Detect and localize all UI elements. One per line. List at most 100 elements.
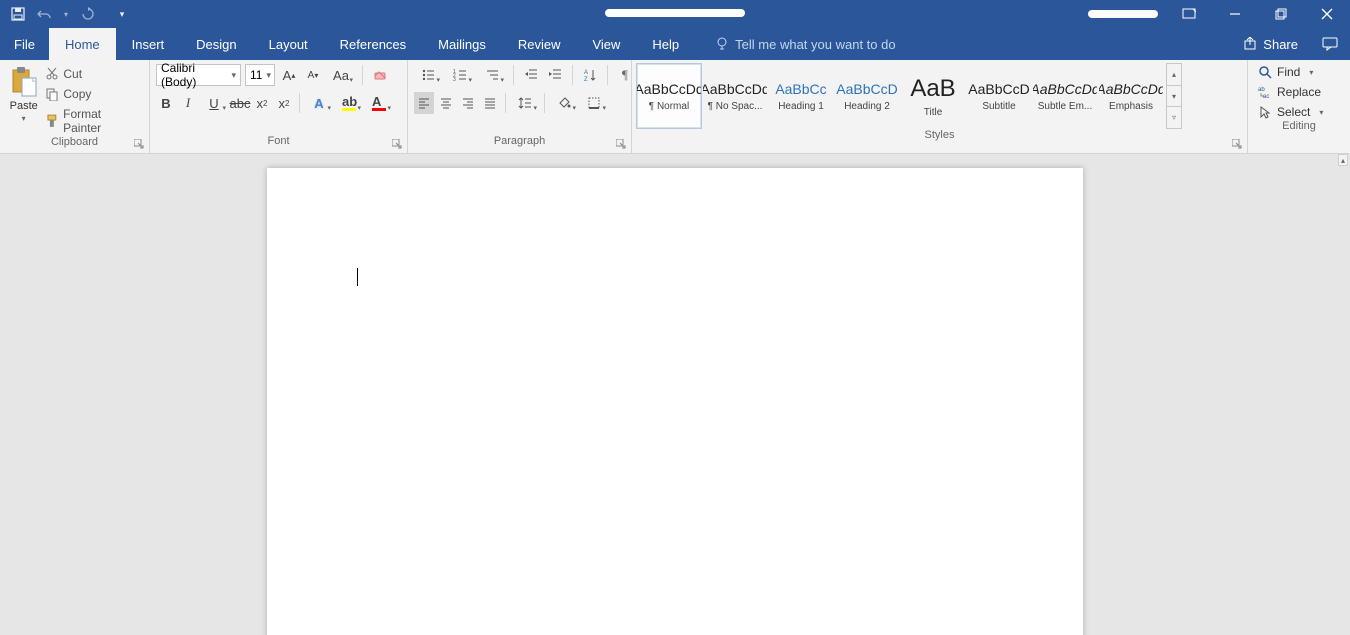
highlight-button[interactable]: ab [335, 92, 363, 114]
bucket-icon [557, 96, 571, 110]
undo-dropdown-icon[interactable]: ▾ [62, 6, 70, 22]
cut-button[interactable]: Cut [43, 66, 143, 82]
style--no-spac-[interactable]: AaBbCcDd¶ No Spac... [702, 63, 768, 129]
text-cursor [357, 268, 358, 286]
find-button[interactable]: Find▾ [1256, 64, 1342, 80]
scroll-up-icon[interactable]: ▴ [1338, 154, 1348, 166]
shrink-font-button[interactable]: A▾ [303, 64, 323, 86]
tab-view[interactable]: View [576, 28, 636, 60]
paintbrush-icon [45, 114, 59, 128]
grow-font-button[interactable]: A▴ [279, 64, 299, 86]
tab-review[interactable]: Review [502, 28, 577, 60]
text-effects-button[interactable]: A [305, 92, 333, 114]
comments-icon[interactable] [1310, 28, 1350, 60]
styles-up-icon[interactable]: ▴ [1167, 64, 1181, 86]
increase-indent-button[interactable] [545, 64, 565, 86]
ribbon-display-options-icon[interactable] [1166, 0, 1212, 28]
font-name-combo[interactable]: Calibri (Body)▾ [156, 64, 241, 86]
tab-file[interactable]: File [0, 28, 49, 60]
font-launcher-icon[interactable] [392, 139, 404, 151]
document-page[interactable] [267, 168, 1083, 635]
font-color-button[interactable]: A [365, 92, 393, 114]
subscript-button[interactable]: x2 [252, 92, 272, 114]
styles-down-icon[interactable]: ▾ [1167, 86, 1181, 108]
tab-design[interactable]: Design [180, 28, 252, 60]
style-name: Heading 1 [778, 101, 824, 112]
justify-button[interactable] [480, 92, 500, 114]
group-label-clipboard: Clipboard [0, 136, 149, 153]
justify-icon [483, 96, 497, 110]
style-heading-2[interactable]: AaBbCcDHeading 2 [834, 63, 900, 129]
superscript-button[interactable]: x2 [274, 92, 294, 114]
styles-launcher-icon[interactable] [1232, 139, 1244, 151]
group-clipboard: Paste ▾ Cut Copy Format Painter Clipboar… [0, 60, 150, 153]
save-icon[interactable] [10, 6, 26, 22]
font-size-combo[interactable]: 11▾ [245, 64, 275, 86]
close-icon[interactable] [1304, 0, 1350, 28]
italic-button[interactable]: I [178, 92, 198, 114]
style-name: ¶ Normal [649, 101, 689, 112]
tab-layout[interactable]: Layout [253, 28, 324, 60]
style-subtle-em-[interactable]: AaBbCcDdSubtle Em... [1032, 63, 1098, 129]
change-case-button[interactable]: Aa [327, 64, 355, 86]
styles-more-icon[interactable]: ▿ [1167, 107, 1181, 128]
underline-button[interactable]: U [200, 92, 228, 114]
bullets-button[interactable] [414, 64, 442, 86]
clear-formatting-button[interactable] [370, 64, 390, 86]
tab-mailings[interactable]: Mailings [422, 28, 502, 60]
style-name: Subtitle [982, 101, 1015, 112]
align-left-button[interactable] [414, 92, 434, 114]
lightbulb-icon [715, 37, 729, 51]
align-right-button[interactable] [458, 92, 478, 114]
share-button[interactable]: Share [1231, 28, 1310, 60]
align-left-icon [417, 96, 431, 110]
borders-button[interactable] [580, 92, 608, 114]
undo-icon[interactable] [36, 6, 52, 22]
format-painter-button[interactable]: Format Painter [43, 106, 143, 136]
strikethrough-button[interactable]: abc [230, 92, 250, 114]
tell-me-search[interactable]: Tell me what you want to do [695, 28, 895, 60]
style-preview: AaBbCcDd [1098, 81, 1164, 97]
select-button[interactable]: Select▾ [1256, 104, 1342, 120]
document-area: ▴ [0, 154, 1350, 635]
style-name: Title [924, 107, 943, 118]
tab-references[interactable]: References [324, 28, 422, 60]
title-bar: ▾ ▾ [0, 0, 1350, 28]
redo-icon[interactable] [80, 6, 96, 22]
tab-help[interactable]: Help [636, 28, 695, 60]
style-heading-1[interactable]: AaBbCcHeading 1 [768, 63, 834, 129]
style-subtitle[interactable]: AaBbCcD Subtitle [966, 63, 1032, 129]
tab-insert[interactable]: Insert [116, 28, 181, 60]
align-center-button[interactable] [436, 92, 456, 114]
sort-button[interactable]: AZ [580, 64, 600, 86]
paragraph-launcher-icon[interactable] [616, 139, 628, 151]
multilevel-icon [485, 68, 499, 82]
quick-access-toolbar: ▾ ▾ [0, 6, 130, 22]
style-emphasis[interactable]: AaBbCcDd Emphasis [1098, 63, 1164, 129]
group-styles: AaBbCcDd¶ NormalAaBbCcDd¶ No Spac...AaBb… [632, 60, 1248, 153]
multilevel-list-button[interactable] [478, 64, 506, 86]
bold-button[interactable]: B [156, 92, 176, 114]
paste-button[interactable]: Paste ▾ [6, 64, 41, 123]
shading-button[interactable] [550, 92, 578, 114]
style--normal[interactable]: AaBbCcDd¶ Normal [636, 63, 702, 129]
maximize-icon[interactable] [1258, 0, 1304, 28]
group-paragraph: 123 AZ ¶ Paragraph [408, 60, 632, 153]
decrease-indent-button[interactable] [521, 64, 541, 86]
tab-home[interactable]: Home [49, 28, 116, 60]
copy-button[interactable]: Copy [43, 86, 143, 102]
replace-button[interactable]: abac Replace [1256, 84, 1342, 100]
indent-icon [548, 68, 562, 82]
align-center-icon [439, 96, 453, 110]
style-preview: AaBbCcDd [702, 81, 768, 97]
styles-scroll: ▴▾▿ [1166, 63, 1182, 129]
minimize-icon[interactable] [1212, 0, 1258, 28]
scissors-icon [45, 67, 59, 81]
style-name: Emphasis [1109, 101, 1153, 112]
style-preview: AaBbCcD [968, 81, 1029, 97]
numbering-button[interactable]: 123 [446, 64, 474, 86]
clipboard-launcher-icon[interactable] [134, 139, 146, 151]
style-title[interactable]: AaBTitle [900, 63, 966, 129]
customize-qat-icon[interactable]: ▾ [114, 6, 130, 22]
line-spacing-button[interactable] [511, 92, 539, 114]
